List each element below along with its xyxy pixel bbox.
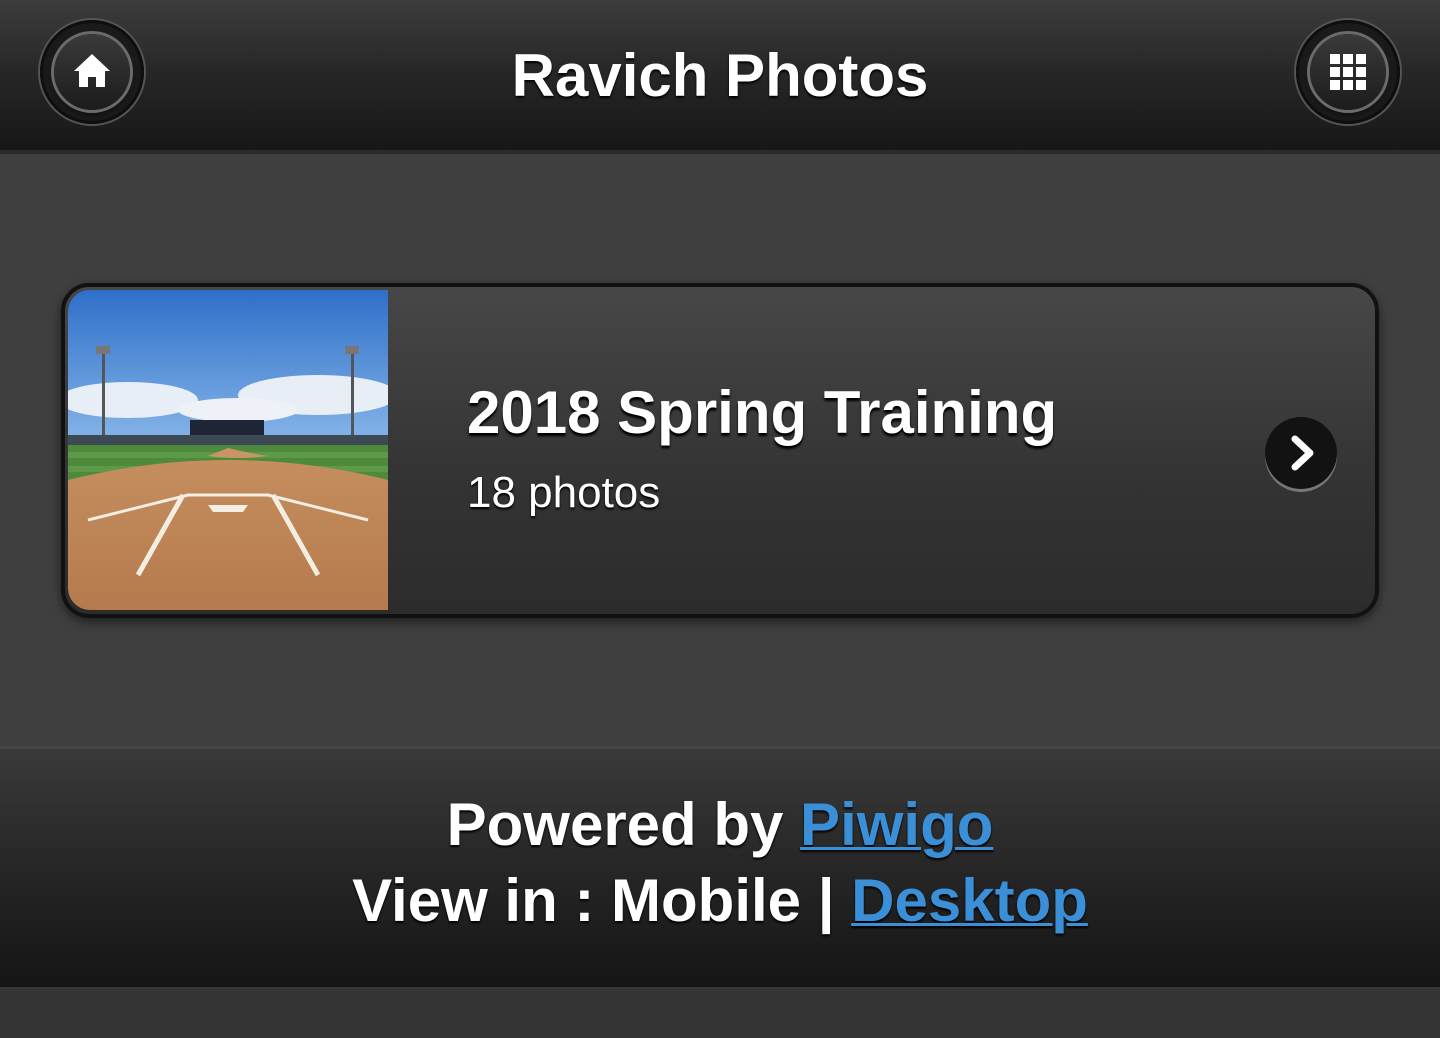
page: Ravich Photos 2018 Spring Training 18 ph… [0, 0, 1440, 1038]
page-bottom [0, 987, 1440, 1038]
album-thumbnail[interactable] [68, 290, 388, 610]
grid-menu-icon [1330, 54, 1366, 90]
header-bar: Ravich Photos [0, 0, 1440, 154]
desktop-view-link[interactable]: Desktop [851, 867, 1088, 934]
page-title: Ravich Photos [511, 42, 929, 109]
view-mode-line: View in : Mobile | Desktop [0, 863, 1440, 939]
menu-button[interactable] [1296, 20, 1400, 124]
album-item[interactable]: 2018 Spring Training 18 photos [61, 283, 1379, 618]
powered-by-text: Powered by [446, 791, 801, 858]
album-title[interactable]: 2018 Spring Training [467, 377, 1057, 449]
album-open-button[interactable] [1265, 417, 1337, 489]
powered-by-line: Powered by Piwigo [0, 787, 1440, 863]
album-photo-count: 18 photos [467, 468, 661, 517]
footer: Powered by Piwigo View in : Mobile | Des… [0, 746, 1440, 987]
piwigo-link[interactable]: Piwigo [800, 791, 993, 858]
chevron-right-icon [1291, 435, 1314, 471]
view-mode-text: View in : Mobile | [352, 867, 852, 934]
